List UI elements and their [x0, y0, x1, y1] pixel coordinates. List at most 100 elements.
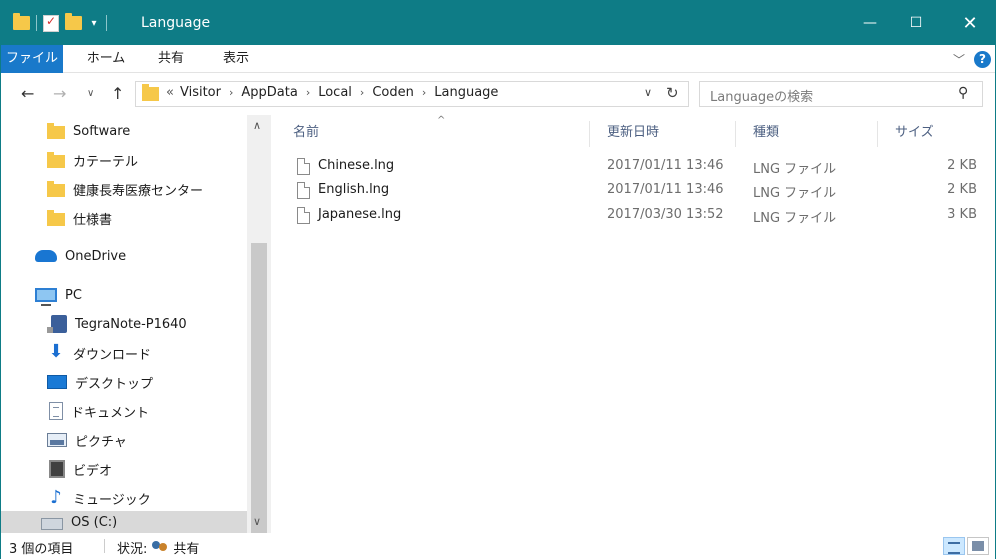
up-arrow-icon[interactable]: ↑: [111, 84, 124, 103]
navigation-bar: ← → ∨ ↑ « Visitor › AppData › Local › Co…: [1, 73, 995, 115]
back-arrow-icon[interactable]: ←: [21, 84, 34, 103]
file-date: 2017/01/11 13:46: [607, 158, 724, 173]
properties-icon[interactable]: [43, 14, 59, 32]
column-header-name[interactable]: 名前: [293, 121, 319, 145]
nav-item-os-drive[interactable]: OS (C:): [1, 511, 247, 533]
file-size: 3 KB: [947, 207, 977, 222]
users-icon: [151, 540, 169, 555]
table-row[interactable]: Japanese.lng 2017/03/30 13:52 LNG ファイル 3…: [293, 204, 983, 228]
folder-icon[interactable]: [13, 13, 30, 30]
nav-item-health-center[interactable]: 健康長寿医療センター: [1, 175, 247, 203]
details-view-icon[interactable]: [943, 537, 965, 555]
scroll-up-icon[interactable]: ∧: [253, 119, 261, 132]
ribbon-tabs: ファイル ホーム 共有 表示 ﹀ ?: [1, 45, 995, 73]
window-title: Language: [141, 15, 211, 31]
breadcrumb-item[interactable]: AppData: [241, 85, 297, 100]
desktop-icon: [47, 375, 67, 389]
refresh-icon[interactable]: ↻: [666, 84, 679, 102]
address-bar[interactable]: « Visitor › AppData › Local › Coden › La…: [135, 81, 689, 107]
chevron-right-icon[interactable]: ›: [229, 86, 233, 99]
nav-item-label: ミュージック: [73, 492, 151, 508]
folder-icon: [47, 180, 65, 197]
chevron-down-icon[interactable]: ∨: [644, 86, 652, 99]
breadcrumb-item[interactable]: Visitor: [180, 85, 221, 100]
file-icon: [297, 182, 310, 199]
file-icon: [297, 207, 310, 224]
help-icon[interactable]: ?: [974, 51, 991, 68]
search-placeholder: Languageの検索: [710, 90, 814, 105]
nav-item-catheter[interactable]: カテーテル: [1, 146, 247, 174]
drive-icon: [41, 518, 63, 530]
column-divider[interactable]: [877, 121, 878, 147]
large-icons-view-icon[interactable]: [967, 537, 989, 555]
column-header-size[interactable]: サイズ: [895, 121, 934, 145]
maximize-icon: ☐: [909, 15, 923, 31]
nav-item-documents[interactable]: ドキュメント: [1, 397, 247, 425]
toolbar-separator: [106, 15, 107, 31]
expand-ribbon-icon[interactable]: ﹀: [953, 51, 965, 68]
file-type: LNG ファイル: [753, 211, 837, 226]
nav-item-label: OS (C:): [71, 514, 118, 530]
nav-item-label: ビデオ: [73, 463, 113, 479]
nav-item-label: PC: [65, 287, 82, 303]
nav-item-pc[interactable]: PC: [1, 281, 247, 309]
overflow-chevron-icon[interactable]: «: [166, 85, 174, 100]
breadcrumb: « Visitor › AppData › Local › Coden › La…: [166, 85, 498, 100]
close-button[interactable]: ✕: [947, 1, 993, 45]
tab-home[interactable]: ホーム: [81, 45, 131, 73]
sort-ascending-icon: ^: [437, 115, 446, 126]
minimize-button[interactable]: —: [847, 1, 893, 45]
chevron-right-icon[interactable]: ›: [306, 86, 310, 99]
nav-item-label: 仕様書: [73, 212, 113, 228]
nav-item-software[interactable]: Software: [1, 117, 247, 145]
table-row[interactable]: Chinese.lng 2017/01/11 13:46 LNG ファイル 2 …: [293, 155, 983, 179]
nav-item-videos[interactable]: ビデオ: [1, 455, 247, 483]
tab-view[interactable]: 表示: [213, 45, 259, 73]
nav-pane-scrollbar[interactable]: ∧ ∨: [247, 115, 271, 533]
tab-file[interactable]: ファイル: [1, 45, 63, 73]
state-value: 共有: [173, 542, 200, 557]
breadcrumb-item[interactable]: Local: [318, 85, 352, 100]
breadcrumb-item[interactable]: Language: [434, 85, 498, 100]
file-name: Chinese.lng: [318, 158, 395, 173]
onedrive-icon: [35, 250, 57, 262]
search-icon[interactable]: ⚲: [958, 85, 968, 101]
tab-share[interactable]: 共有: [151, 45, 191, 73]
new-folder-icon[interactable]: [65, 13, 82, 30]
breadcrumb-item[interactable]: Coden: [372, 85, 414, 100]
nav-item-onedrive[interactable]: OneDrive: [1, 242, 247, 270]
nav-item-specifications[interactable]: 仕様書: [1, 204, 247, 232]
table-row[interactable]: English.lng 2017/01/11 13:46 LNG ファイル 2 …: [293, 179, 983, 203]
nav-item-downloads[interactable]: ⬇ ダウンロード: [1, 339, 247, 367]
file-name: Japanese.lng: [318, 207, 402, 222]
folder-icon: [47, 151, 65, 168]
column-header-type[interactable]: 種類: [753, 121, 779, 145]
scrollbar-thumb[interactable]: [251, 243, 267, 533]
file-list: ^ 名前 更新日時 種類 サイズ Chinese.lng 2017/01/11 …: [273, 115, 995, 533]
scroll-down-icon[interactable]: ∨: [253, 515, 261, 528]
nav-item-tegranote[interactable]: TegraNote-P1640: [1, 310, 247, 338]
state-label: 状況:: [117, 542, 148, 557]
search-input[interactable]: Languageの検索 ⚲: [699, 81, 983, 107]
nav-item-pictures[interactable]: ピクチャ: [1, 426, 247, 454]
column-divider[interactable]: [735, 121, 736, 147]
nav-item-desktop[interactable]: デスクトップ: [1, 368, 247, 396]
recent-locations-icon[interactable]: ∨: [87, 88, 94, 99]
forward-arrow-icon[interactable]: →: [53, 84, 66, 103]
maximize-button[interactable]: ☐: [893, 1, 939, 45]
chevron-right-icon[interactable]: ›: [360, 86, 364, 99]
file-date: 2017/03/30 13:52: [607, 207, 724, 222]
file-date: 2017/01/11 13:46: [607, 182, 724, 197]
nav-item-music[interactable]: ♪ ミュージック: [1, 484, 247, 512]
pictures-icon: [47, 433, 67, 447]
device-icon: [47, 315, 67, 333]
videos-icon: [49, 460, 65, 478]
chevron-right-icon[interactable]: ›: [422, 86, 426, 99]
documents-icon: [49, 402, 63, 420]
file-type: LNG ファイル: [753, 186, 837, 201]
nav-item-label: ドキュメント: [71, 405, 150, 421]
column-header-date[interactable]: 更新日時: [607, 121, 659, 145]
column-divider[interactable]: [589, 121, 590, 147]
customize-toolbar-icon[interactable]: ▾: [88, 18, 100, 29]
explorer-window: ▾ Language — ☐ ✕ ファイル ホーム 共有 表示 ﹀ ? ← → …: [0, 0, 996, 559]
